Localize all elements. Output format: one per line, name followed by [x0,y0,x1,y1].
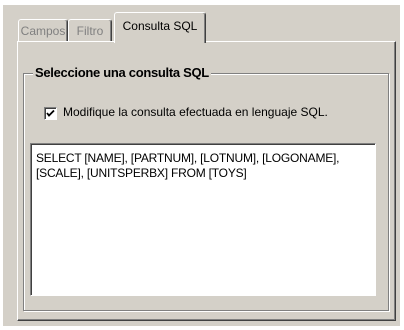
tab-consulta-sql-label: Consulta SQL [122,19,198,33]
groupbox-title: Seleccione una consulta SQL [33,65,211,80]
modify-sql-checkbox-label[interactable]: Modifique la consulta efectuada en lengu… [63,105,328,119]
tab-campos-label: Campos [20,23,66,38]
checkmark-icon [46,109,55,117]
tab-filtro-label: Filtro [76,23,104,38]
tab-filtro[interactable]: Filtro [68,19,112,41]
sql-query-textarea[interactable]: SELECT [NAME], [PARTNUM], [LOTNUM], [LOG… [30,143,376,296]
modify-sql-checkbox[interactable] [44,107,57,120]
query-dialog: Campos Filtro Consulta SQL Seleccione un… [3,5,400,326]
tab-consulta-sql[interactable]: Consulta SQL [114,12,206,43]
tab-campos[interactable]: Campos [18,19,68,41]
